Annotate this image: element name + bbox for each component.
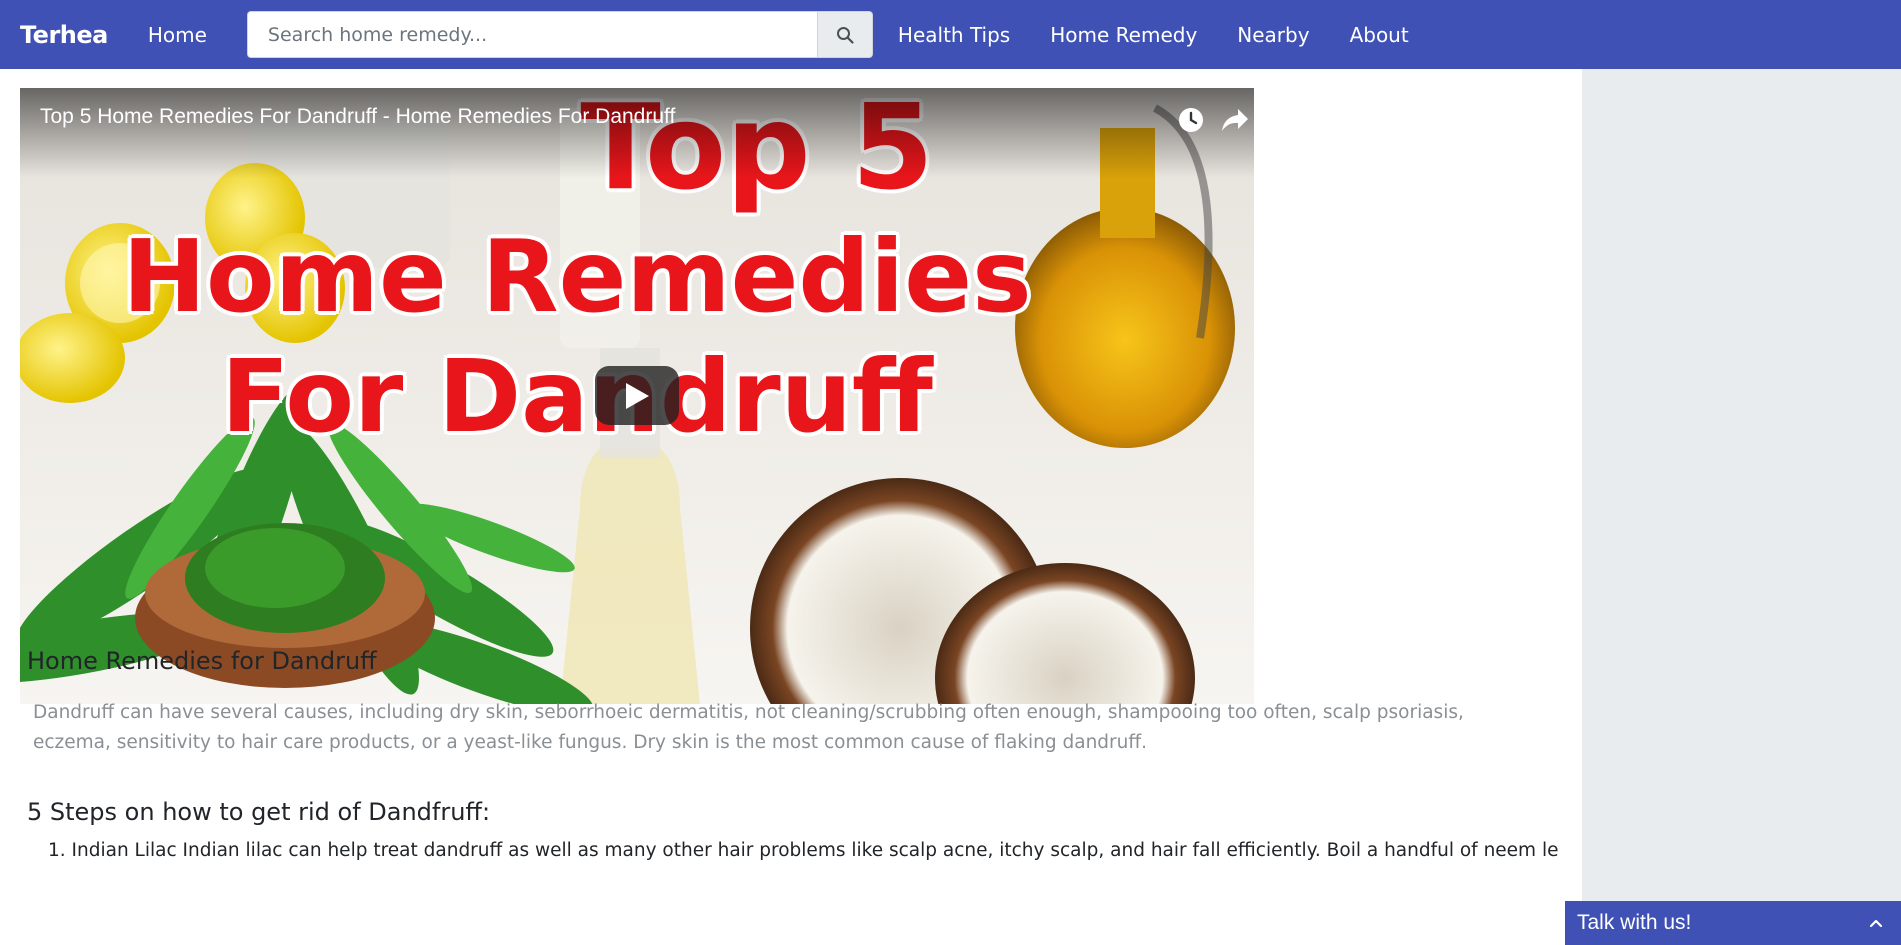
nav-about-link[interactable]: About (1350, 23, 1409, 47)
video-player[interactable]: Top 5 Home Remedies For Dandruff Top 5 H… (20, 88, 1254, 704)
share-button[interactable] (1217, 102, 1253, 138)
nav-home-remedy-link[interactable]: Home Remedy (1050, 23, 1197, 47)
search-form (246, 11, 873, 58)
steps-list: 1. Indian Lilac Indian lilac can help tr… (48, 836, 1558, 866)
play-button[interactable] (595, 366, 679, 425)
thumbnail-text-home-remedies: Home Remedies (122, 218, 1032, 335)
chevron-up-icon[interactable] (1869, 918, 1883, 928)
brand-logo[interactable]: Terhea (20, 21, 108, 49)
nav-home-link[interactable]: Home (148, 23, 207, 47)
watch-later-button[interactable] (1173, 102, 1209, 138)
search-button[interactable] (816, 11, 873, 58)
nav-nearby-link[interactable]: Nearby (1237, 23, 1309, 47)
right-sidebar (1582, 69, 1901, 945)
search-input[interactable] (246, 11, 817, 58)
list-item-number: 1. (48, 840, 72, 861)
nav-links: Health Tips Home Remedy Nearby About (898, 23, 1409, 47)
video-title-bar (20, 88, 1254, 178)
watch-later-icon (1179, 108, 1203, 132)
main-content: Top 5 Home Remedies For Dandruff Top 5 H… (0, 69, 1582, 945)
top-navbar: Terhea Home Health Tips Home Remedy Near… (0, 0, 1901, 69)
nav-health-tips-link[interactable]: Health Tips (898, 23, 1010, 47)
article-intro: Dandruff can have several causes, includ… (33, 702, 1464, 753)
chat-label: Talk with us! (1577, 911, 1692, 934)
play-icon (626, 382, 649, 409)
video-title[interactable]: Top 5 Home Remedies For Dandruff - Home … (40, 105, 675, 129)
share-icon (1222, 109, 1248, 131)
list-item: Indian Lilac Indian lilac can help treat… (71, 840, 1558, 861)
search-icon (836, 26, 854, 44)
steps-title: 5 Steps on how to get rid of Dandfruff: (27, 798, 491, 826)
article-title: Home Remedies for Dandruff (27, 647, 377, 675)
chat-widget[interactable]: Talk with us! (1565, 901, 1901, 945)
